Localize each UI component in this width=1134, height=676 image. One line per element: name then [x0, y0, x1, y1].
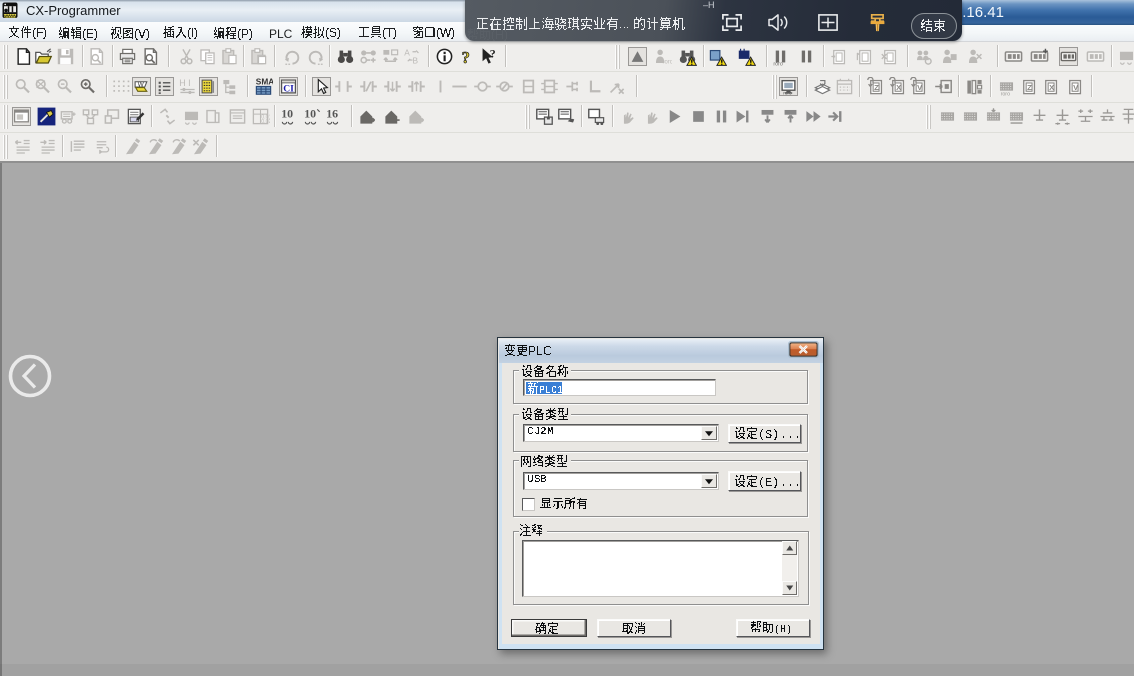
svg-text:B: B — [413, 56, 419, 66]
svg-text:0.02: 0.02 — [261, 119, 270, 125]
svg-text:V: V — [1073, 83, 1079, 92]
svg-text:A: A — [404, 47, 410, 57]
svg-text:I: I — [188, 78, 190, 88]
svg-text:SMA: SMA — [256, 77, 273, 87]
svg-text:roro: roro — [663, 60, 673, 66]
svg-text:16: 16 — [326, 107, 338, 121]
svg-text:X: X — [896, 83, 902, 92]
svg-text:roro: roro — [773, 61, 783, 66]
svg-text:10: 10 — [281, 107, 293, 121]
svg-text:?: ? — [490, 47, 496, 61]
svg-text:CI: CI — [283, 83, 294, 94]
svg-text:X: X — [1049, 83, 1055, 92]
svg-text:?: ? — [462, 48, 470, 66]
svg-text:Z: Z — [874, 83, 879, 92]
svg-text:V: V — [917, 83, 923, 92]
svg-text:roro: roro — [1001, 91, 1011, 96]
svg-text:10: 10 — [304, 107, 316, 121]
svg-text:H: H — [179, 78, 185, 88]
svg-text:roro: roro — [783, 90, 792, 96]
svg-text:Z: Z — [1027, 83, 1032, 92]
